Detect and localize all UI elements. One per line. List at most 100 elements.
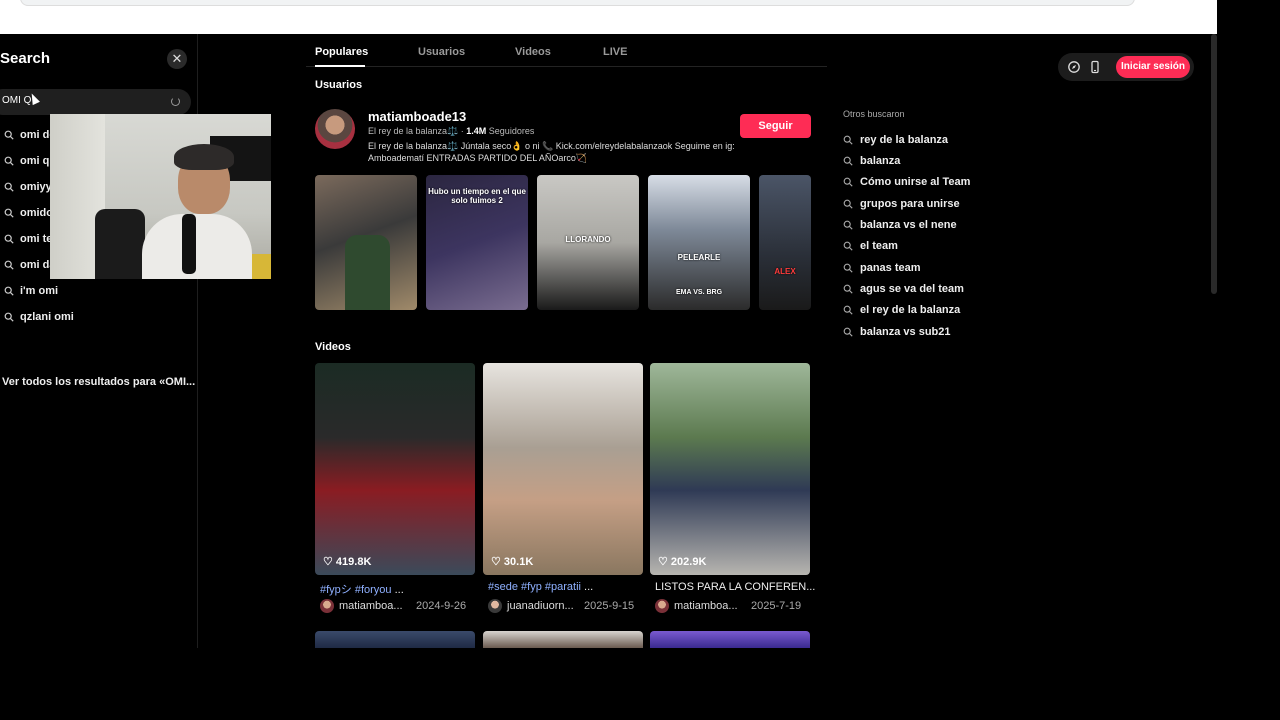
video-date: 2025-7-19 bbox=[751, 600, 802, 612]
search-suggestion-label: omido bbox=[20, 207, 53, 219]
video-author[interactable]: matiamboa... bbox=[339, 600, 403, 612]
video-card[interactable] bbox=[315, 631, 475, 648]
related-search-item[interactable]: Cómo unirse al Team bbox=[843, 174, 1043, 192]
active-tab-indicator bbox=[315, 65, 365, 67]
page-scrollbar[interactable] bbox=[1211, 34, 1217, 294]
related-search-item[interactable]: balanza bbox=[843, 153, 1043, 171]
video-author[interactable]: juanadiuorn... bbox=[507, 600, 574, 612]
others-searched-title: Otros buscaron bbox=[843, 109, 905, 119]
webcam-overlay bbox=[50, 114, 271, 279]
webcam-chair bbox=[95, 209, 145, 279]
video-caption-text: ... bbox=[580, 581, 594, 593]
user-video-thumbnail[interactable] bbox=[315, 175, 417, 310]
related-search-item[interactable]: agus se va del team bbox=[843, 281, 1043, 299]
related-search-label: Cómo unirse al Team bbox=[860, 176, 971, 188]
mobile-icon[interactable] bbox=[1088, 60, 1102, 74]
related-search-item[interactable]: panas team bbox=[843, 260, 1043, 278]
related-search-item[interactable]: rey de la balanza bbox=[843, 132, 1043, 150]
related-search-label: grupos para unirse bbox=[860, 198, 960, 210]
compass-icon[interactable] bbox=[1067, 60, 1081, 74]
search-suggestion-label: qzlani omi bbox=[20, 311, 74, 323]
search-panel-title: Search bbox=[0, 50, 51, 67]
thumbnail-caption: Hubo un tiempo en el que solo fuimos 2 bbox=[428, 187, 526, 205]
video-caption[interactable]: #fypシ #foryou ... bbox=[320, 581, 404, 597]
video-meta: matiamboa... 2025-7-19 bbox=[650, 599, 810, 613]
user-nickname: El rey de la balanza⚖️ bbox=[368, 126, 459, 136]
search-icon bbox=[843, 305, 853, 315]
search-suggestion-label: i'm omi bbox=[20, 285, 59, 297]
browser-edge bbox=[1217, 0, 1280, 720]
video-hashtags[interactable]: #sede #fyp #paratii bbox=[488, 581, 581, 593]
tab-populares[interactable]: Populares bbox=[315, 46, 368, 58]
user-video-thumbnail[interactable]: PELEARLE EMA VS. BRG bbox=[648, 175, 750, 310]
search-icon bbox=[843, 263, 853, 273]
video-likes-count: 30.1K bbox=[503, 556, 534, 568]
user-followers: 1.4M bbox=[466, 126, 487, 136]
related-search-item[interactable]: el rey de la balanza bbox=[843, 302, 1043, 320]
related-search-label: balanza vs sub21 bbox=[860, 326, 951, 338]
video-likes: ♡ 419.8K bbox=[323, 556, 372, 568]
search-icon bbox=[4, 208, 14, 218]
app-root: Search ✕ OMI Q omi de omi qu omiyy omido… bbox=[0, 0, 1280, 720]
related-search-item[interactable]: el team bbox=[843, 238, 1043, 256]
search-suggestion[interactable]: qzlani omi bbox=[0, 308, 196, 328]
tab-videos[interactable]: Videos bbox=[515, 46, 551, 58]
search-icon bbox=[843, 156, 853, 166]
thumbnail-caption: PELEARLE bbox=[677, 253, 721, 262]
video-likes-count: 202.9K bbox=[670, 556, 707, 568]
user-followers-label: Seguidores bbox=[488, 126, 535, 136]
search-icon bbox=[4, 260, 14, 270]
user-username[interactable]: matiamboade13 bbox=[368, 109, 466, 124]
video-meta: juanadiuorn... 2025-9-15 bbox=[483, 599, 643, 613]
video-likes: ♡ 202.9K bbox=[658, 556, 707, 568]
search-suggestion-label: omi te bbox=[20, 233, 53, 245]
video-meta: matiamboa... 2024-9-26 bbox=[315, 599, 475, 613]
avatar[interactable] bbox=[320, 599, 334, 613]
search-icon bbox=[843, 135, 853, 145]
video-card[interactable]: ♡ 419.8K bbox=[315, 363, 475, 575]
see-all-results-link[interactable]: Ver todos los resultados para «OMI... bbox=[2, 376, 195, 388]
avatar[interactable] bbox=[488, 599, 502, 613]
search-suggestion[interactable]: i'm omi bbox=[0, 282, 196, 302]
search-icon bbox=[843, 177, 853, 187]
header-actions: Iniciar sesión bbox=[1058, 53, 1194, 81]
video-hashtags[interactable]: #fypシ #foryou bbox=[320, 584, 392, 596]
user-video-thumbnail[interactable]: Hubo un tiempo en el que solo fuimos 2 bbox=[426, 175, 528, 310]
streamer-body bbox=[142, 214, 252, 279]
video-card[interactable] bbox=[650, 631, 810, 648]
avatar[interactable] bbox=[655, 599, 669, 613]
video-card[interactable]: ♡ 30.1K bbox=[483, 363, 643, 575]
close-search-button[interactable]: ✕ bbox=[167, 49, 187, 69]
thumbnail-caption: ALEX bbox=[774, 267, 796, 276]
search-icon bbox=[4, 182, 14, 192]
loading-spinner-icon bbox=[171, 97, 180, 106]
search-input[interactable]: OMI Q bbox=[0, 89, 191, 115]
tab-live[interactable]: LIVE bbox=[603, 46, 627, 58]
thumbnail-figure bbox=[345, 235, 390, 310]
video-card[interactable]: ♡ 202.9K bbox=[650, 363, 810, 575]
user-video-thumbnail[interactable]: ALEX bbox=[759, 175, 811, 310]
video-caption-text: LISTOS PARA LA CONFEREN... bbox=[655, 581, 816, 593]
address-bar[interactable] bbox=[20, 0, 1135, 6]
video-card[interactable] bbox=[483, 631, 643, 648]
video-caption[interactable]: LISTOS PARA LA CONFEREN... bbox=[655, 581, 815, 593]
video-author[interactable]: matiamboa... bbox=[674, 600, 738, 612]
related-search-label: rey de la balanza bbox=[860, 134, 949, 146]
related-search-label: balanza bbox=[860, 155, 901, 167]
close-icon: ✕ bbox=[171, 51, 183, 66]
video-caption[interactable]: #sede #fyp #paratii ... bbox=[488, 581, 593, 593]
related-search-label: agus se va del team bbox=[860, 283, 964, 295]
avatar[interactable] bbox=[315, 109, 355, 149]
related-search-item[interactable]: grupos para unirse bbox=[843, 196, 1043, 214]
results-tabs: Populares Usuarios Videos LIVE bbox=[306, 37, 827, 67]
tab-usuarios[interactable]: Usuarios bbox=[418, 46, 465, 58]
follow-button[interactable]: Seguir bbox=[740, 114, 811, 138]
related-search-label: panas team bbox=[860, 262, 921, 274]
related-search-label: balanza vs el nene bbox=[860, 219, 957, 231]
login-button[interactable]: Iniciar sesión bbox=[1116, 56, 1190, 78]
user-video-thumbnail[interactable]: LLORANDO bbox=[537, 175, 639, 310]
search-input-value[interactable]: OMI Q bbox=[2, 95, 31, 106]
related-search-item[interactable]: balanza vs el nene bbox=[843, 217, 1043, 235]
related-search-item[interactable]: balanza vs sub21 bbox=[843, 324, 1043, 342]
search-suggestion-label: omiyy bbox=[20, 181, 52, 193]
